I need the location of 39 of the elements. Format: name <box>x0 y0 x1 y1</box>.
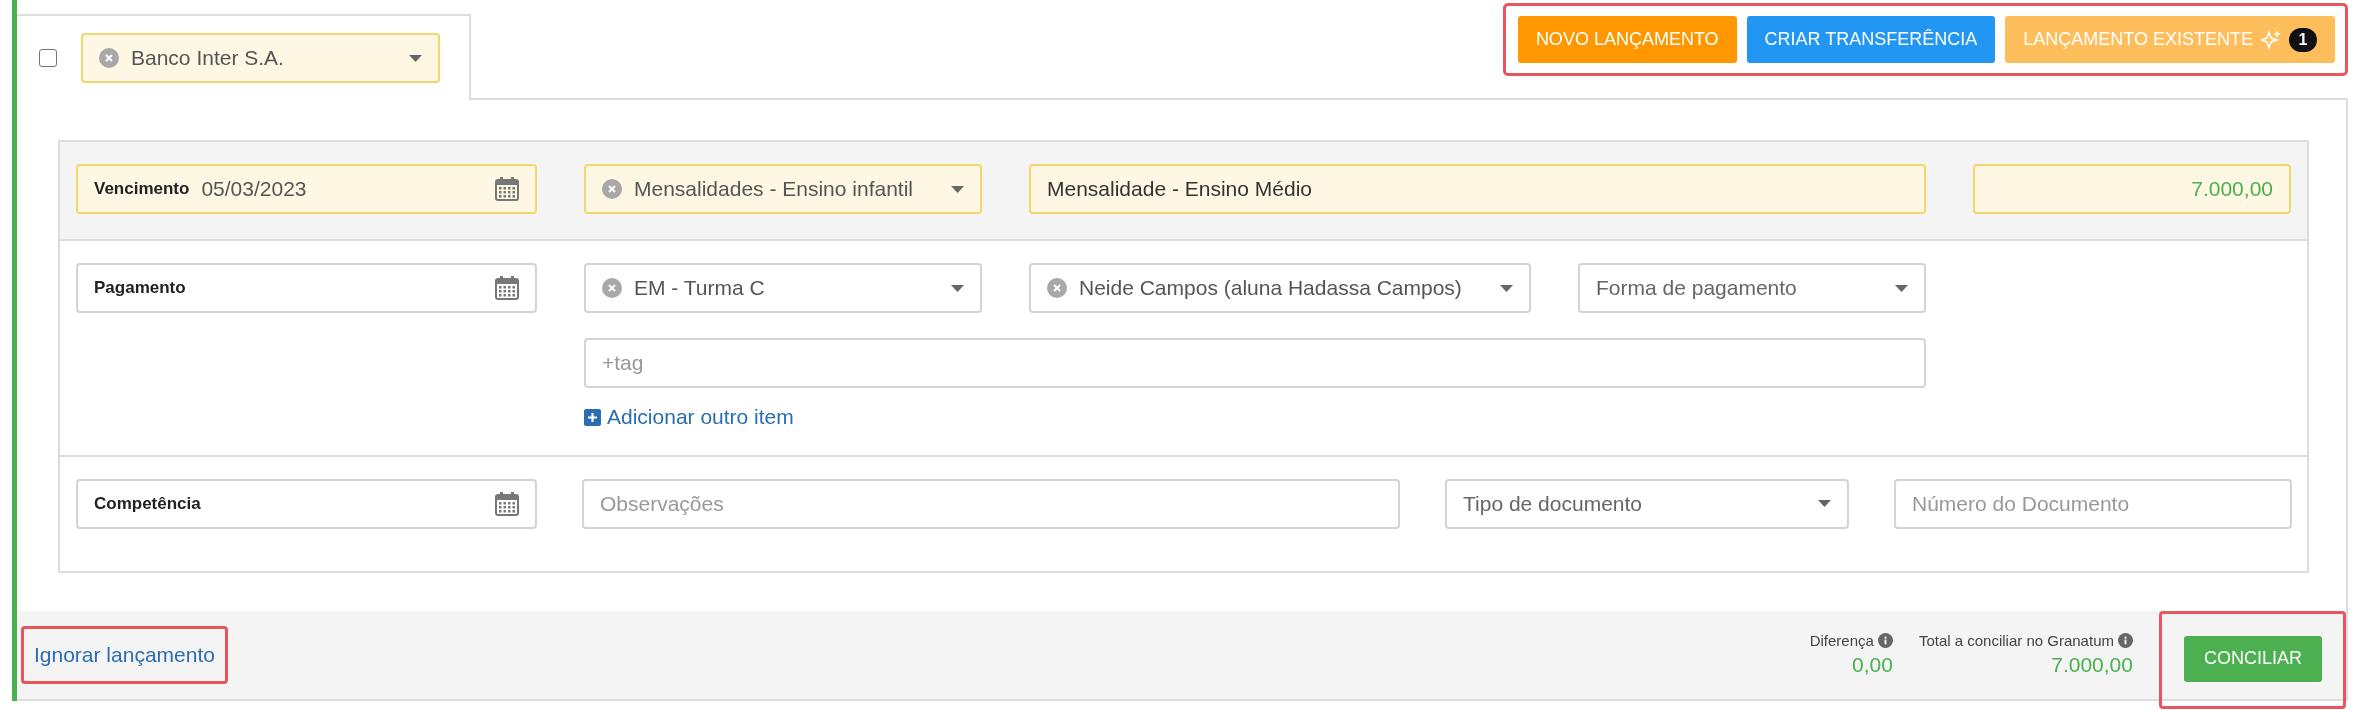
input-field[interactable]: Observações <box>582 478 1400 529</box>
caret-icon <box>1818 500 1831 507</box>
checkbox[interactable] <box>39 49 57 67</box>
input-field[interactable]: Número do Documento <box>1894 478 2292 529</box>
select-field[interactable]: Tipo de documento <box>1445 478 1849 529</box>
date-field[interactable]: Vencimento 05/03/2023 <box>76 164 537 214</box>
select-field[interactable]: EM - Turma C <box>584 263 982 313</box>
caret-icon <box>1500 284 1513 292</box>
calendar-icon[interactable] <box>495 177 519 201</box>
clear-icon[interactable] <box>1047 278 1067 298</box>
caret-icon <box>951 185 964 193</box>
sparkle-icon <box>2261 29 2281 50</box>
calendar-icon[interactable] <box>495 491 519 516</box>
ignore-link[interactable]: Ignorar lançamento <box>34 642 215 667</box>
total-value: 7.000,00 <box>2051 653 2133 677</box>
tag-field[interactable]: +tag <box>584 338 1926 388</box>
difference-value: 0,00 <box>1852 653 1893 677</box>
action-button[interactable]: LANÇAMENTO EXISTENTE 1 <box>2005 16 2335 63</box>
info-icon[interactable] <box>2118 633 2133 648</box>
select-field[interactable]: Banco Inter S.A. <box>81 33 440 83</box>
clear-icon[interactable] <box>602 179 622 199</box>
difference-label: Diferença <box>1809 632 1874 649</box>
add-item-link[interactable]: Adicionar outro item <box>584 405 794 429</box>
total-label: Total a conciliar no Granatum <box>1918 632 2114 649</box>
select-field[interactable]: Neide Campos (aluna Hadassa Campos) <box>1029 263 1531 313</box>
caret-icon <box>951 284 964 292</box>
select-field[interactable]: Forma de pagamento <box>1578 263 1926 313</box>
input-field[interactable]: Mensalidade - Ensino Médio <box>1029 164 1926 214</box>
plus-icon <box>584 408 601 426</box>
date-field[interactable]: Pagamento <box>76 263 537 313</box>
select-field[interactable]: Mensalidades - Ensino infantil <box>584 164 982 214</box>
info-icon[interactable] <box>1877 633 1893 648</box>
caret-icon <box>1895 284 1908 292</box>
caret-icon <box>409 54 422 62</box>
clear-icon[interactable] <box>602 278 622 298</box>
calendar-icon[interactable] <box>495 276 519 300</box>
date-field[interactable]: Competência <box>76 478 537 529</box>
count-badge: 1 <box>2289 27 2317 52</box>
clear-icon[interactable] <box>99 48 119 68</box>
